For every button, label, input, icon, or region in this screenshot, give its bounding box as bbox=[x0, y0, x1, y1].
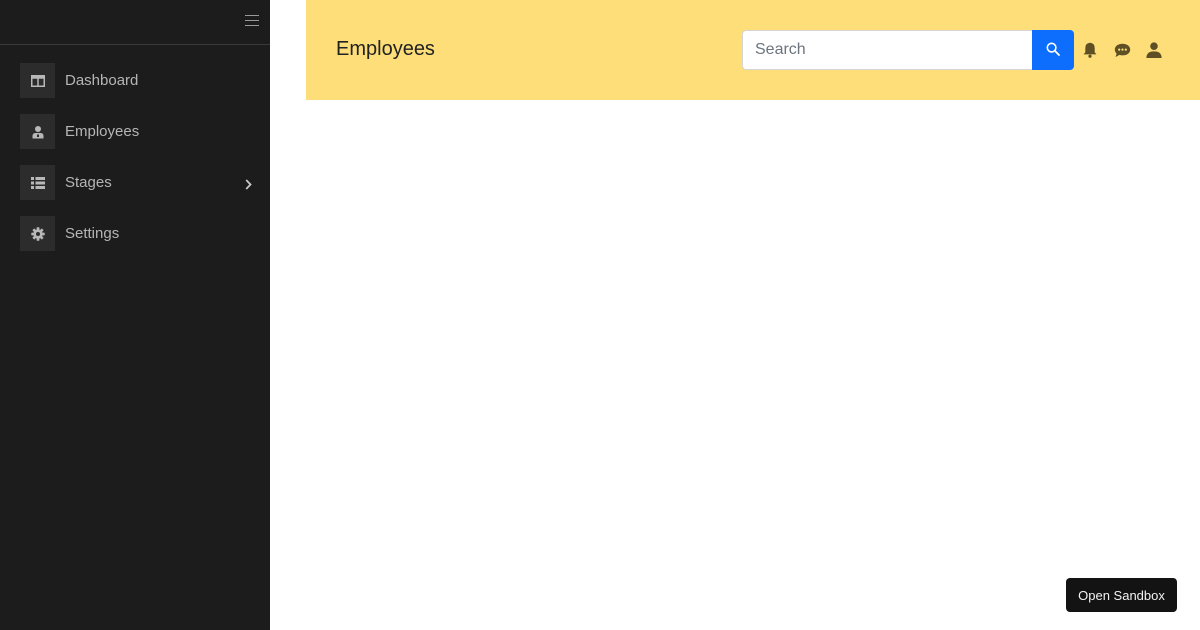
sidebar-item-label: Settings bbox=[65, 225, 120, 242]
sidebar-item-label: Stages bbox=[65, 174, 112, 191]
open-sandbox-button[interactable]: Open Sandbox bbox=[1066, 578, 1177, 612]
hamburger-icon[interactable] bbox=[245, 15, 259, 29]
chat-icon[interactable] bbox=[1113, 41, 1131, 59]
sidebar-top-bar bbox=[0, 0, 270, 45]
sidebar-item-stages[interactable]: Stages bbox=[20, 165, 270, 200]
user-icon[interactable] bbox=[1145, 41, 1163, 59]
sidebar-item-label: Dashboard bbox=[65, 72, 139, 89]
layout-icon bbox=[20, 63, 55, 98]
sidebar-item-label: Employees bbox=[65, 123, 140, 140]
search-icon bbox=[1046, 41, 1060, 59]
person-badge-icon bbox=[20, 114, 55, 149]
gear-icon bbox=[20, 216, 55, 251]
sidebar-nav: Dashboard Employees Stages Settings bbox=[0, 45, 270, 251]
page-title: Employees bbox=[336, 38, 435, 60]
top-header: Employees bbox=[306, 0, 1200, 100]
sidebar-item-settings[interactable]: Settings bbox=[20, 216, 270, 251]
list-icon bbox=[20, 165, 55, 200]
bell-icon[interactable] bbox=[1081, 41, 1099, 59]
search-input[interactable] bbox=[742, 30, 1032, 70]
chevron-right-icon bbox=[245, 177, 252, 195]
sidebar-item-dashboard[interactable]: Dashboard bbox=[20, 63, 270, 98]
sidebar-item-employees[interactable]: Employees bbox=[20, 114, 270, 149]
search-button[interactable] bbox=[1032, 30, 1074, 70]
sidebar: Dashboard Employees Stages Settings bbox=[0, 0, 270, 630]
